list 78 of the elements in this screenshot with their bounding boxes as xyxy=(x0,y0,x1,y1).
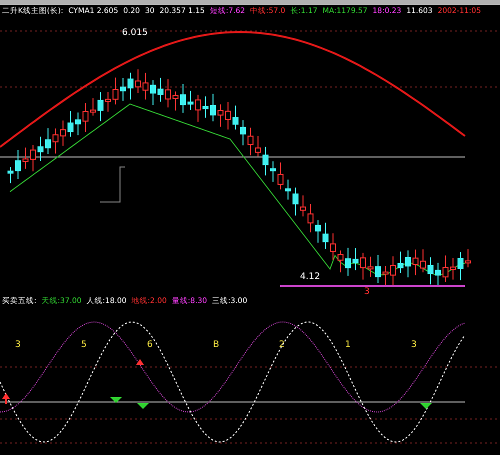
candlestick xyxy=(285,179,291,200)
candlestick xyxy=(405,250,411,278)
candlestick xyxy=(368,256,374,278)
candlestick xyxy=(375,254,381,284)
candlestick xyxy=(428,256,434,285)
candlestick xyxy=(322,222,328,250)
candlestick xyxy=(458,252,464,281)
candlestick xyxy=(240,120,246,146)
signal-digit: 6 xyxy=(147,340,153,350)
signal-digit: 1 xyxy=(345,340,351,350)
signal-digit: 2 xyxy=(279,340,285,350)
candlestick xyxy=(225,102,231,130)
candlestick xyxy=(202,96,208,118)
candlestick xyxy=(135,68,141,94)
signal-digit: 3 xyxy=(411,340,417,350)
candlestick xyxy=(142,72,148,100)
candlestick xyxy=(105,92,111,112)
candlestick xyxy=(248,127,254,156)
support-line xyxy=(100,166,126,202)
candlestick xyxy=(450,258,456,280)
candlestick xyxy=(435,262,441,287)
candlestick xyxy=(270,160,276,182)
down-arrow-icon xyxy=(137,403,149,409)
candlestick xyxy=(15,149,21,180)
price-label: 6.015 xyxy=(122,28,148,38)
candlestick xyxy=(338,250,344,273)
signal-digit: B xyxy=(213,340,220,350)
candlestick xyxy=(82,102,88,132)
candlestick xyxy=(232,105,238,130)
candlestick xyxy=(465,248,471,268)
signal-digit: 3 xyxy=(15,340,21,350)
candlestick xyxy=(172,91,178,112)
candlestick xyxy=(412,249,418,276)
candlestick xyxy=(112,77,118,105)
candlestick xyxy=(8,166,14,184)
candlestick xyxy=(330,232,336,260)
candlestick xyxy=(150,80,156,106)
candlestick xyxy=(60,120,66,146)
candlestick xyxy=(128,72,134,100)
candlestick xyxy=(360,252,366,280)
candlestick xyxy=(75,112,81,136)
candlestick xyxy=(165,78,171,108)
candlestick xyxy=(158,77,164,102)
candlestick xyxy=(195,94,201,122)
candlestick xyxy=(352,248,358,271)
candlestick xyxy=(210,93,216,122)
candlestick xyxy=(345,247,351,276)
down-arrow-icon xyxy=(110,397,122,403)
candlestick xyxy=(180,83,186,114)
signal-digit: 5 xyxy=(81,340,87,350)
candlestick xyxy=(68,110,74,138)
candlestick xyxy=(255,135,261,157)
up-arrow-icon xyxy=(136,359,144,365)
candlestick xyxy=(52,128,58,154)
candlestick xyxy=(98,92,104,122)
candlestick xyxy=(188,90,194,110)
price-label: 4.12 xyxy=(300,272,320,282)
candlestick xyxy=(45,128,51,154)
candlestick xyxy=(262,146,268,176)
candlestick xyxy=(420,248,426,273)
candlestick xyxy=(315,220,321,244)
down-arrow-icon xyxy=(420,403,432,409)
candlestick xyxy=(218,104,224,128)
candlestick xyxy=(382,265,388,286)
period-mark: 3 xyxy=(364,287,370,295)
candlestick xyxy=(390,256,396,286)
candlestick xyxy=(278,162,284,190)
candlestick xyxy=(30,144,36,172)
candlestick xyxy=(398,251,404,274)
candlestick xyxy=(442,255,448,282)
candlestick xyxy=(22,147,28,170)
candlestick xyxy=(120,77,126,102)
candlestick xyxy=(90,98,96,116)
candlestick xyxy=(38,136,44,162)
up-arrow-icon xyxy=(2,393,10,404)
candlestick xyxy=(308,203,314,233)
candlestick xyxy=(300,194,306,217)
candlestick xyxy=(292,187,298,216)
